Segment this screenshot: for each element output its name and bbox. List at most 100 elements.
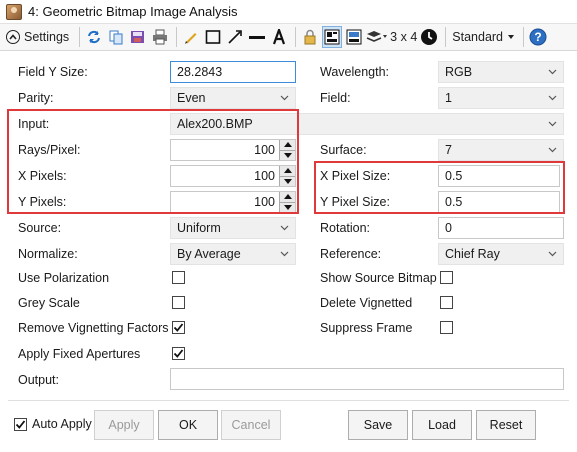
chevron-down-icon	[279, 223, 289, 233]
toolbar-separator	[445, 27, 447, 47]
field-y-size-label: Field Y Size:	[18, 65, 88, 79]
rays-per-pixel-spinner[interactable]: 100	[170, 139, 296, 161]
y-pixel-size-input[interactable]: 0.5	[438, 191, 560, 213]
surface-dropdown[interactable]: 7	[438, 139, 564, 161]
delete-vignetted-checkbox[interactable]	[440, 296, 453, 309]
print-icon[interactable]	[150, 26, 170, 48]
source-label: Source:	[18, 221, 62, 235]
rays-per-pixel-label: Rays/Pixel:	[18, 143, 81, 157]
use-polarization-label: Use Polarization	[18, 271, 110, 285]
field-dropdown[interactable]: 1	[438, 87, 564, 109]
remove-vignetting-factors-checkbox[interactable]	[172, 321, 185, 334]
suppress-frame-checkbox[interactable]	[440, 321, 453, 334]
x-pixels-spinner[interactable]: 100	[170, 165, 296, 187]
spin-up-icon[interactable]	[280, 166, 295, 176]
spin-up-icon[interactable]	[280, 140, 295, 150]
ok-button[interactable]: OK	[158, 410, 218, 440]
field-label: Field:	[320, 91, 351, 105]
y-pixels-label: Y Pixels:	[18, 195, 67, 209]
rotation-label: Rotation:	[320, 221, 371, 235]
refresh-icon[interactable]	[84, 26, 104, 48]
wavelength-dropdown[interactable]: RGB	[438, 61, 564, 83]
reference-value: Chief Ray	[445, 247, 500, 261]
layers-icon[interactable]	[366, 26, 388, 48]
show-source-bitmap-checkbox[interactable]	[440, 271, 453, 284]
parity-dropdown[interactable]: Even	[170, 87, 296, 109]
surface-label: Surface:	[320, 143, 367, 157]
chevron-down-icon	[279, 93, 289, 103]
footer-divider	[8, 400, 569, 401]
standard-dropdown[interactable]: Standard	[450, 26, 517, 48]
toolbar-separator	[176, 27, 178, 47]
auto-apply-label: Auto Apply	[32, 417, 92, 431]
spin-down-icon[interactable]	[280, 175, 295, 186]
timer-icon[interactable]	[419, 26, 439, 48]
suppress-frame-label: Suppress Frame	[320, 321, 413, 335]
text-icon[interactable]	[269, 26, 289, 48]
chevron-down-icon	[547, 249, 557, 259]
chevron-down-icon	[547, 119, 557, 129]
toolbar-separator	[523, 27, 525, 47]
spin-down-icon[interactable]	[280, 201, 295, 212]
surface-value: 7	[445, 143, 452, 157]
x-pixel-size-value: 0.5	[445, 169, 463, 183]
save-button[interactable]: Save	[348, 410, 408, 440]
toolbar-separator	[79, 27, 81, 47]
source-value: Uniform	[177, 221, 221, 235]
use-polarization-checkbox[interactable]	[172, 271, 185, 284]
window-layout-icon[interactable]	[322, 26, 343, 48]
checkmark-icon	[173, 349, 184, 358]
rotation-input[interactable]: 0	[438, 217, 564, 239]
window-layout-alt-icon[interactable]	[344, 26, 364, 48]
grid-label: 3 x 4	[390, 30, 418, 44]
reference-dropdown[interactable]: Chief Ray	[438, 243, 564, 265]
normalize-label: Normalize:	[18, 247, 78, 261]
output-label: Output:	[18, 373, 59, 387]
y-pixel-size-label: Y Pixel Size:	[320, 195, 390, 209]
y-pixels-spinner[interactable]: 100	[170, 191, 296, 213]
toolbar-separator	[295, 27, 297, 47]
save-icon[interactable]	[128, 26, 148, 48]
input-file-dropdown[interactable]: Alex200.BMP	[170, 113, 564, 135]
field-y-size-value: 28.2843	[177, 65, 223, 79]
copy-icon[interactable]	[106, 26, 126, 48]
cancel-button[interactable]: Cancel	[221, 410, 281, 440]
rectangle-icon[interactable]	[203, 26, 223, 48]
reset-button[interactable]: Reset	[476, 410, 536, 440]
load-button[interactable]: Load	[412, 410, 472, 440]
wavelength-value: RGB	[445, 65, 473, 79]
lock-icon[interactable]	[300, 26, 320, 48]
line-arrow-icon[interactable]	[225, 26, 245, 48]
x-pixels-value: 100	[254, 169, 275, 183]
spin-up-icon[interactable]	[280, 192, 295, 202]
app-icon	[6, 3, 22, 20]
auto-apply-checkbox[interactable]	[14, 418, 27, 431]
window-title: 4: Geometric Bitmap Image Analysis	[28, 4, 238, 19]
wavelength-label: Wavelength:	[320, 65, 390, 79]
spin-down-icon[interactable]	[280, 149, 295, 160]
x-pixel-size-input[interactable]: 0.5	[438, 165, 560, 187]
standard-label: Standard	[452, 30, 504, 44]
grey-scale-checkbox[interactable]	[172, 296, 185, 309]
apply-fixed-apertures-checkbox[interactable]	[172, 347, 185, 360]
delete-vignetted-label: Delete Vignetted	[320, 296, 413, 310]
grid-button[interactable]: 3 x 4	[390, 26, 417, 48]
remove-vignetting-factors-label: Remove Vignetting Factors	[18, 321, 169, 335]
chevron-down-icon	[507, 34, 515, 40]
field-y-size-input[interactable]: 28.2843	[170, 61, 296, 83]
chevron-down-icon	[279, 249, 289, 259]
source-dropdown[interactable]: Uniform	[170, 217, 296, 239]
output-input[interactable]	[170, 368, 564, 390]
line-icon[interactable]	[247, 26, 267, 48]
input-label: Input:	[18, 117, 50, 131]
pencil-icon[interactable]	[181, 26, 201, 48]
rays-per-pixel-value: 100	[254, 143, 275, 157]
input-file-value: Alex200.BMP	[177, 117, 253, 131]
help-icon[interactable]: ?	[528, 26, 548, 48]
x-pixel-size-label: X Pixel Size:	[320, 169, 391, 183]
normalize-dropdown[interactable]: By Average	[170, 243, 296, 265]
apply-button[interactable]: Apply	[94, 410, 154, 440]
y-pixels-value: 100	[254, 195, 275, 209]
settings-button[interactable]: Settings	[4, 26, 73, 48]
rotation-value: 0	[445, 221, 452, 235]
